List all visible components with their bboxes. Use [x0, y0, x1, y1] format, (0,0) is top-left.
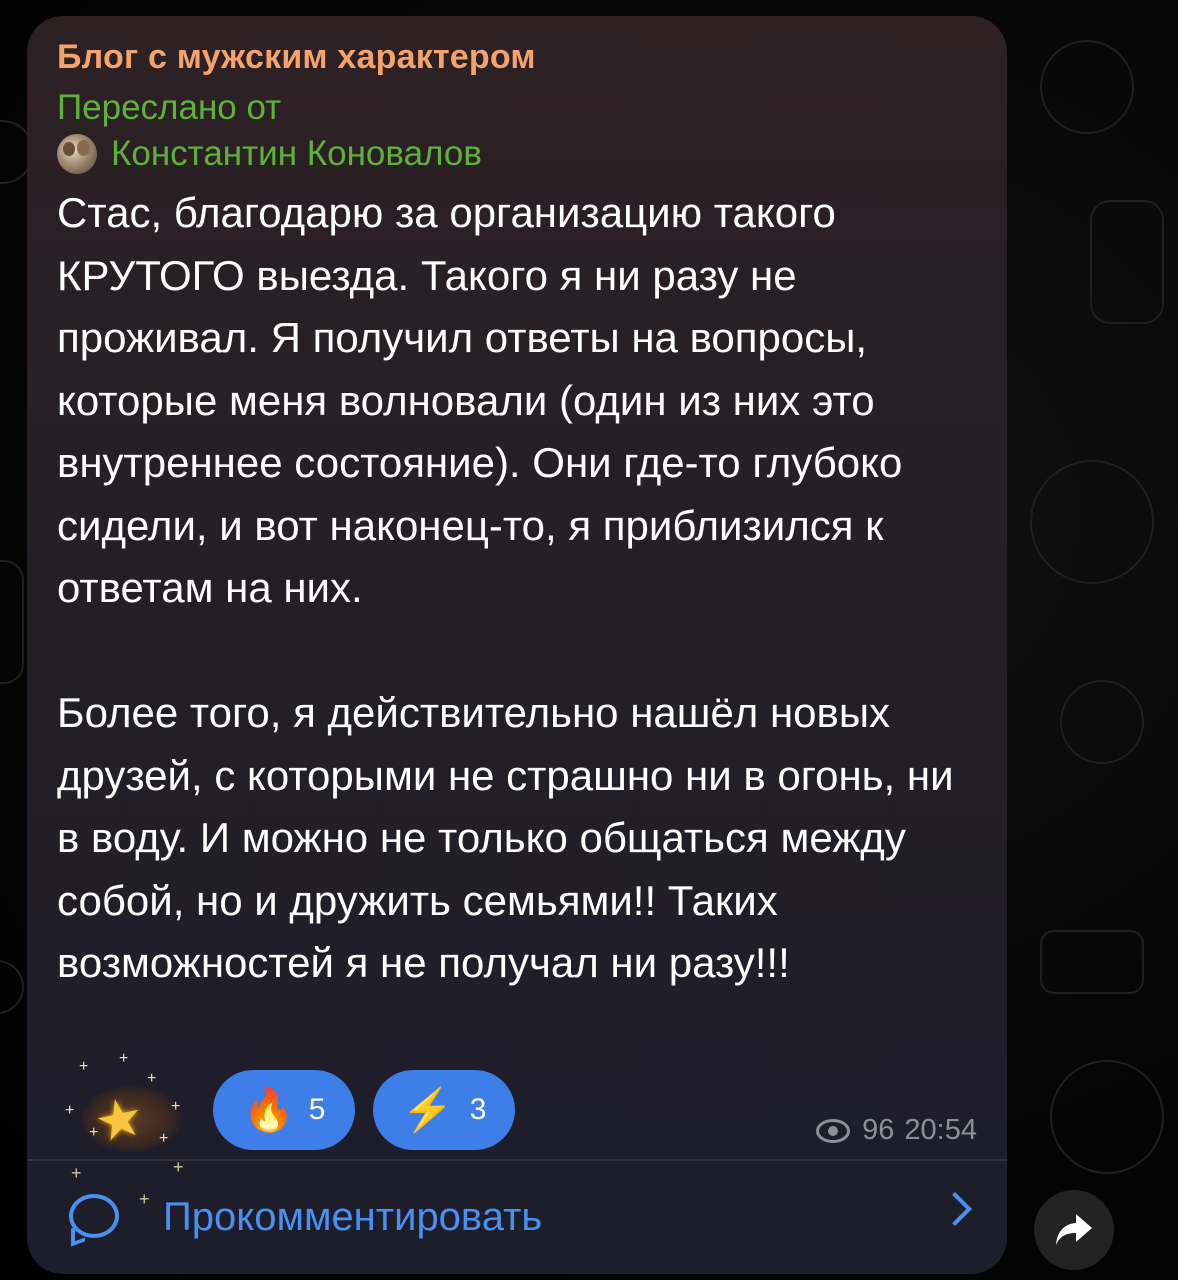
channel-name[interactable]: Блог с мужским характером [57, 38, 536, 77]
forwarded-author[interactable]: Константин Коновалов [57, 134, 482, 174]
wallpaper-doodle [1030, 460, 1154, 584]
sparkle-icon: + [173, 1157, 184, 1177]
author-name[interactable]: Константин Коновалов [111, 134, 482, 174]
wallpaper-doodle [0, 960, 24, 1014]
share-arrow-icon [1056, 1214, 1092, 1245]
comment-label: Прокомментировать [163, 1195, 543, 1239]
wallpaper-doodle [0, 560, 24, 684]
sparkle-icon: + [71, 1163, 82, 1183]
share-button[interactable] [1034, 1190, 1114, 1270]
reaction-lightning-button[interactable]: ⚡ 3 [373, 1070, 515, 1150]
message-meta: 96 20:54 [816, 1114, 977, 1147]
comment-button[interactable]: + + + Прокомментировать [27, 1157, 1007, 1274]
reaction-fire-button[interactable]: 🔥 5 [213, 1070, 355, 1150]
star-sparkle-icon: ★ + + + + + + + [65, 1050, 181, 1155]
lightning-icon: ⚡ [401, 1085, 454, 1133]
forwarded-message-bubble[interactable]: Блог с мужским характером Переслано от К… [27, 16, 1007, 1274]
wallpaper-doodle [1090, 200, 1164, 324]
message-time: 20:54 [904, 1114, 977, 1146]
author-avatar[interactable] [57, 134, 97, 174]
message-text: Стас, благодарю за организацию такого КР… [57, 189, 954, 986]
reaction-count: 3 [469, 1093, 487, 1126]
wallpaper-doodle [1040, 40, 1134, 134]
wallpaper-doodle [1040, 930, 1144, 994]
wallpaper-doodle [1050, 1060, 1164, 1174]
reactions-row: ★ + + + + + + + 🔥 5 ⚡ 3 [49, 1050, 519, 1155]
comment-bubble-icon [69, 1193, 125, 1247]
sparkle-icon: + [139, 1189, 150, 1209]
wallpaper-doodle [1060, 680, 1144, 764]
fire-icon: 🔥 [242, 1085, 295, 1133]
chevron-right-icon [938, 1192, 972, 1226]
eye-icon [816, 1118, 851, 1143]
view-count: 96 [862, 1114, 895, 1146]
reaction-count: 5 [308, 1093, 326, 1126]
forwarded-label: Переслано от [57, 88, 282, 127]
